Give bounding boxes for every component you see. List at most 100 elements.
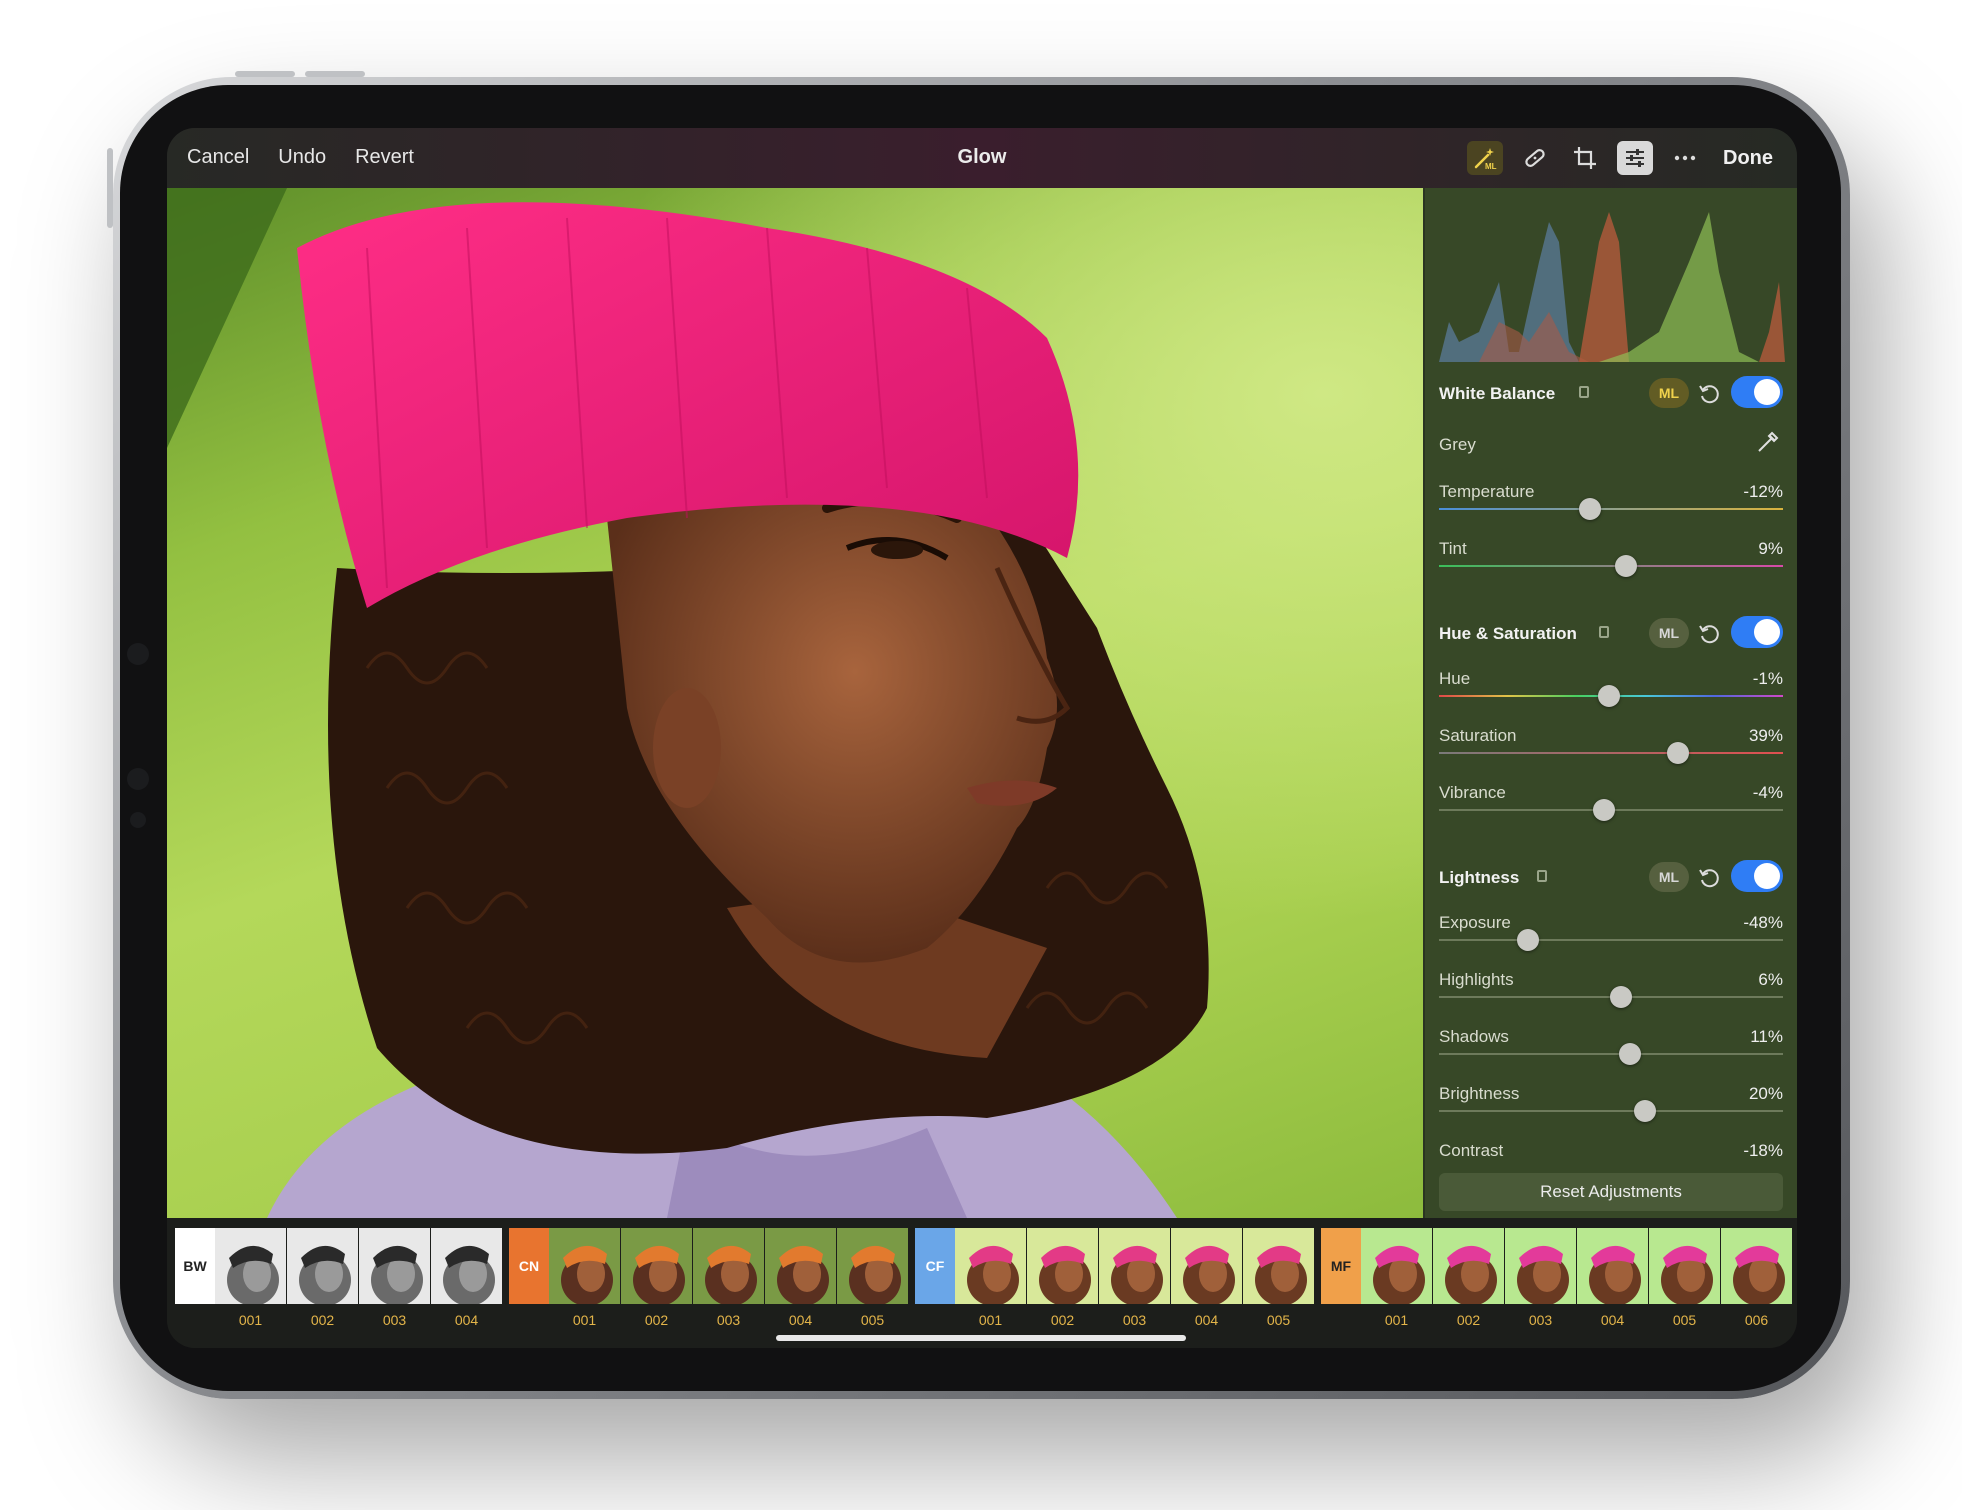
slider-knob[interactable] (1517, 929, 1540, 951)
filter-thumbnail[interactable]: 003 (693, 1228, 764, 1328)
slider-knob[interactable] (1579, 498, 1602, 520)
temperature-slider[interactable] (1439, 498, 1783, 520)
lightness-toggle[interactable] (1731, 860, 1783, 892)
ml-enhance-icon[interactable]: ML (1467, 141, 1503, 175)
filter-thumbnail[interactable]: 001 (549, 1228, 620, 1328)
histogram (1439, 212, 1785, 362)
vibrance-slider[interactable] (1439, 799, 1783, 821)
reset-icon[interactable] (1697, 866, 1721, 890)
ml-button[interactable]: ML (1649, 378, 1689, 408)
ml-button[interactable]: ML (1649, 862, 1689, 892)
brightness-row: Brightness 20% (1439, 1084, 1783, 1134)
hue-saturation-toggle[interactable] (1731, 616, 1783, 648)
filter-thumbnail[interactable]: 002 (621, 1228, 692, 1328)
filter-thumbnail[interactable]: 001 (955, 1228, 1026, 1328)
shadows-row: Shadows 11% (1439, 1027, 1783, 1077)
bandage-icon[interactable] (1517, 141, 1553, 175)
thumbnail-number: 004 (1194, 1312, 1219, 1328)
filter-group: CN 001 002 003 004 005 (509, 1228, 909, 1338)
shadows-slider[interactable] (1439, 1043, 1783, 1065)
filter-thumbnail[interactable]: 002 (287, 1228, 358, 1328)
filter-group-tag[interactable]: BW (175, 1228, 215, 1304)
filter-thumbnail[interactable]: 004 (1171, 1228, 1242, 1328)
thumbnail-image (359, 1228, 430, 1304)
filter-thumbnail[interactable]: 003 (1505, 1228, 1576, 1328)
exposure-row: Exposure -48% (1439, 913, 1783, 963)
thumbnail-image (1027, 1228, 1098, 1304)
highlights-slider[interactable] (1439, 986, 1783, 1008)
filter-thumbnail[interactable]: 006 (1721, 1228, 1792, 1328)
thumbnail-image (621, 1228, 692, 1304)
adjustments-icon[interactable] (1617, 141, 1653, 175)
tint-row: Tint 9% (1439, 539, 1783, 589)
white-balance-toggle[interactable] (1731, 376, 1783, 408)
reset-icon[interactable] (1697, 382, 1721, 406)
more-icon[interactable] (1667, 141, 1703, 175)
lightness-header: Lightness ML (1439, 860, 1783, 894)
slider-knob[interactable] (1667, 742, 1690, 764)
lock-icon[interactable] (1599, 626, 1609, 638)
camera-dot (130, 812, 146, 828)
grey-row: Grey (1439, 431, 1783, 485)
thumbnail-number: 002 (310, 1312, 335, 1328)
filter-thumbnail[interactable]: 003 (359, 1228, 430, 1328)
filter-thumbnail[interactable]: 001 (215, 1228, 286, 1328)
ml-button[interactable]: ML (1649, 618, 1689, 648)
thumbnail-number: 001 (238, 1312, 263, 1328)
slider-knob[interactable] (1634, 1100, 1657, 1122)
thumbnail-number: 003 (1122, 1312, 1147, 1328)
slider-knob[interactable] (1610, 986, 1633, 1008)
reset-icon[interactable] (1697, 622, 1721, 646)
filter-thumbnail[interactable]: 005 (837, 1228, 908, 1328)
thumbnail-image (1721, 1228, 1792, 1304)
svg-text:ML: ML (1485, 162, 1497, 171)
thumbnail-number: 005 (860, 1312, 885, 1328)
exposure-value: -48% (1743, 913, 1783, 932)
contrast-value: -18% (1743, 1141, 1783, 1160)
saturation-value: 39% (1748, 726, 1783, 745)
filter-group-tag[interactable]: MF (1321, 1228, 1361, 1304)
tint-slider[interactable] (1439, 555, 1783, 577)
hue-slider[interactable] (1439, 685, 1783, 707)
filter-thumbnail[interactable]: 005 (1649, 1228, 1720, 1328)
lock-icon[interactable] (1579, 386, 1589, 398)
exposure-slider[interactable] (1439, 929, 1783, 951)
lock-icon[interactable] (1537, 870, 1547, 882)
filter-list: BW 001 002 003 004 CN 001 002 003 004 005 CF 001 002 0… (175, 1228, 1797, 1338)
saturation-slider[interactable] (1439, 742, 1783, 764)
filter-thumbnail[interactable]: 002 (1027, 1228, 1098, 1328)
filter-group: BW 001 002 003 004 (175, 1228, 503, 1338)
filter-thumbnail[interactable]: 004 (765, 1228, 836, 1328)
filter-thumbnail[interactable]: 005 (1243, 1228, 1314, 1328)
reset-adjustments-button[interactable]: Reset Adjustments (1439, 1173, 1783, 1211)
filter-group-tag[interactable]: CF (915, 1228, 955, 1304)
white-balance-header: White Balance ML (1439, 376, 1783, 410)
home-indicator (776, 1335, 1186, 1341)
vibrance-row: Vibrance -4% (1439, 783, 1783, 833)
thumbnail-number: 003 (716, 1312, 741, 1328)
brightness-value: 20% (1748, 1084, 1783, 1103)
shadows-label: Shadows (1439, 1027, 1509, 1046)
thumbnail-number: 006 (1744, 1312, 1769, 1328)
eyedropper-icon[interactable] (1755, 429, 1781, 455)
slider-knob[interactable] (1618, 1043, 1641, 1065)
filter-thumbnail[interactable]: 004 (1577, 1228, 1648, 1328)
slider-knob[interactable] (1598, 685, 1621, 707)
crop-icon[interactable] (1567, 141, 1603, 175)
photo-canvas[interactable] (167, 188, 1423, 1218)
filter-thumbnail[interactable]: 001 (1361, 1228, 1432, 1328)
brightness-slider[interactable] (1439, 1100, 1783, 1122)
slider-knob[interactable] (1593, 799, 1616, 821)
filter-thumbnail[interactable]: 004 (431, 1228, 502, 1328)
thumbnail-image (215, 1228, 286, 1304)
adjustments-panel: White Balance ML Grey Temperature -12% T… (1423, 188, 1797, 1218)
filter-thumbnail[interactable]: 003 (1099, 1228, 1170, 1328)
done-button[interactable]: Done (1723, 147, 1773, 170)
temperature-value: -12% (1743, 482, 1783, 501)
filter-thumbnail[interactable]: 002 (1433, 1228, 1504, 1328)
slider-knob[interactable] (1615, 555, 1638, 577)
thumbnail-image (765, 1228, 836, 1304)
section-title: Lightness (1439, 868, 1520, 887)
temperature-row: Temperature -12% (1439, 482, 1783, 532)
filter-group-tag[interactable]: CN (509, 1228, 549, 1304)
